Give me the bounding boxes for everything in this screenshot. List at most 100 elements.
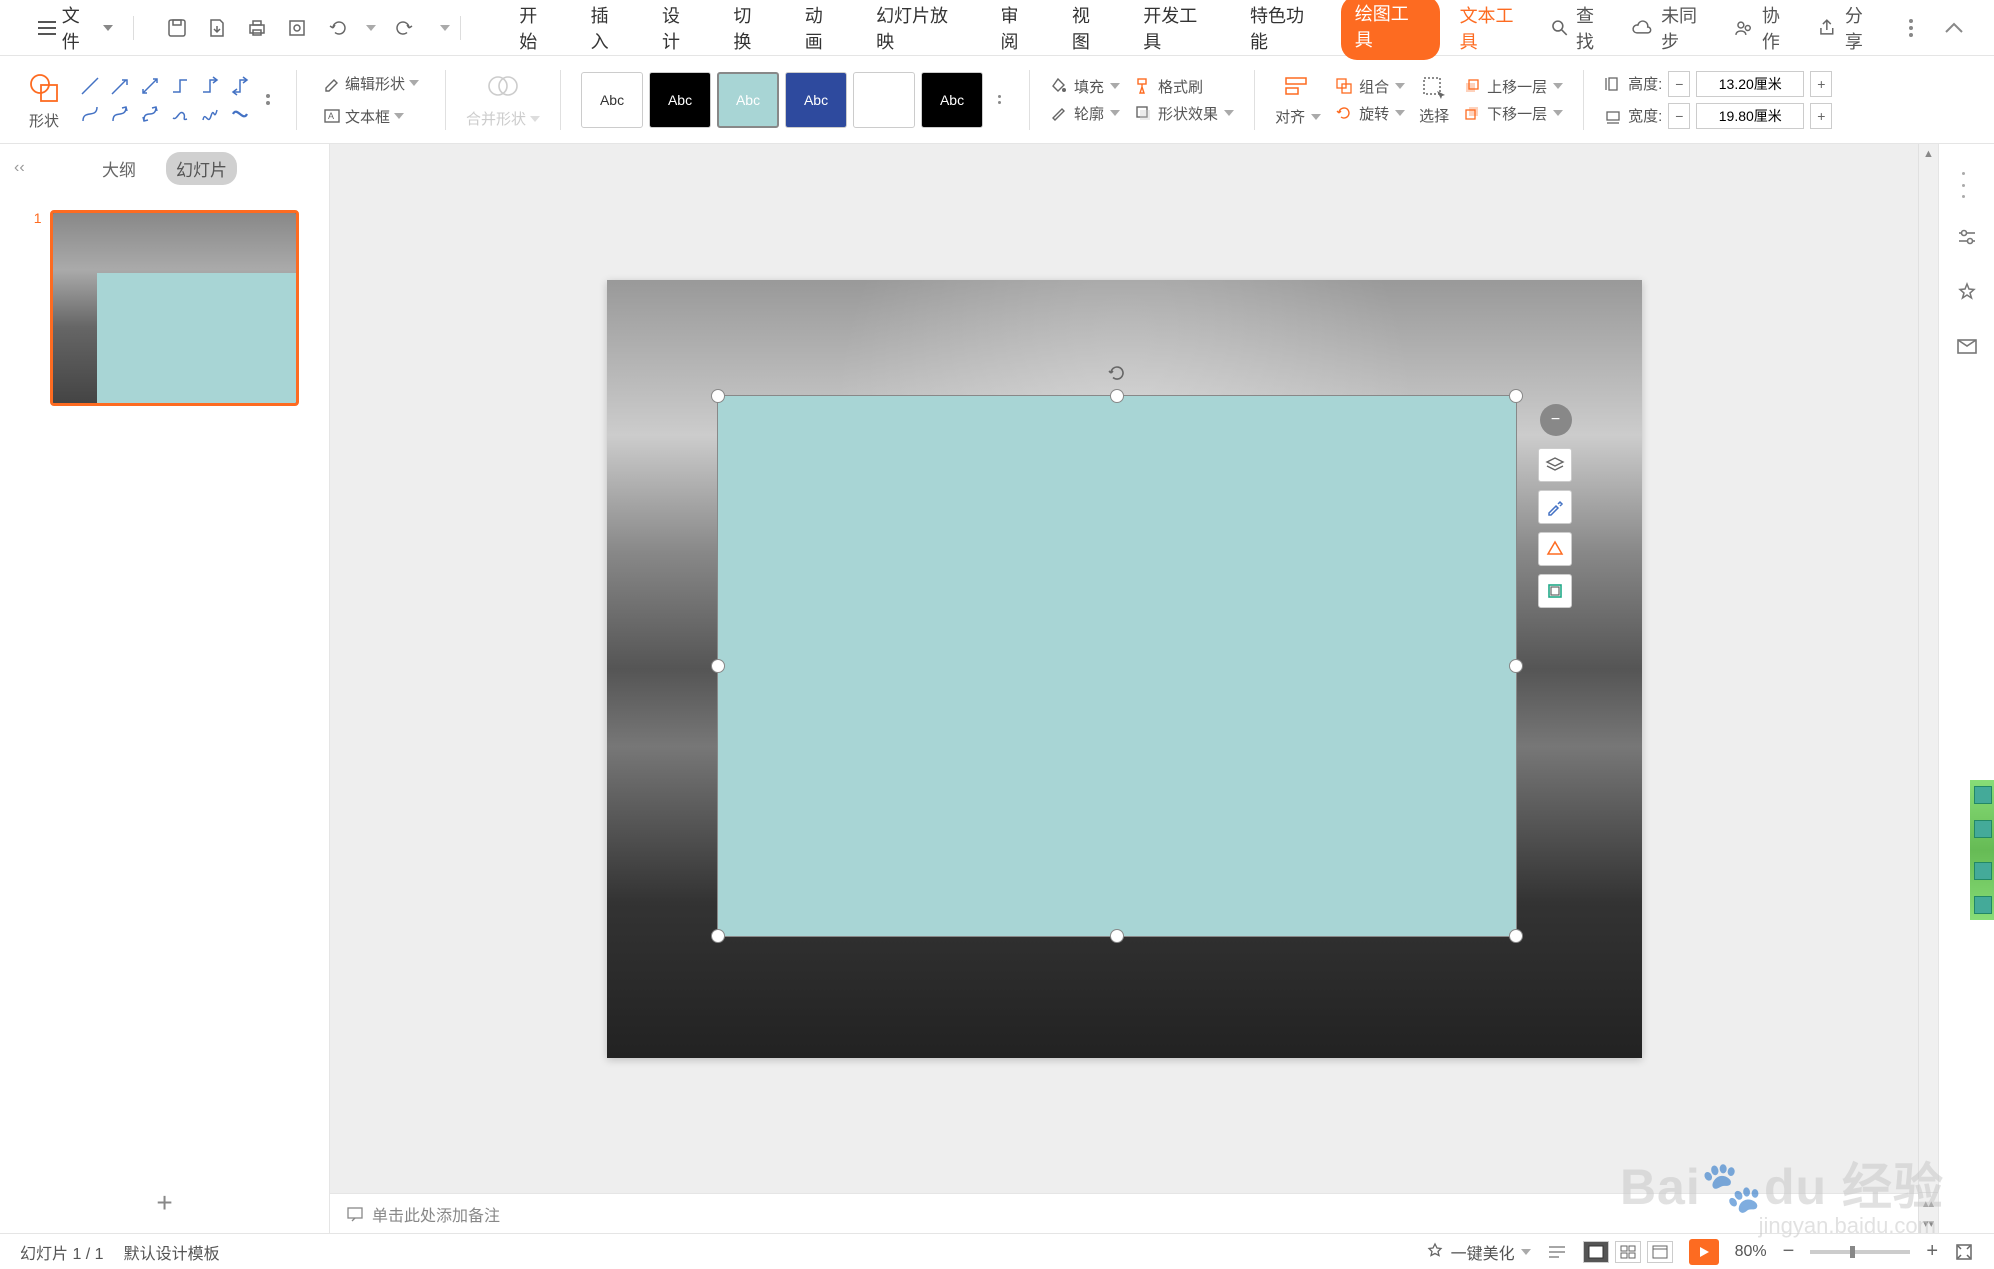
save-icon[interactable] xyxy=(166,17,188,39)
scribble-shape[interactable] xyxy=(198,102,222,126)
style-preset-3[interactable]: Abc xyxy=(717,72,779,128)
zoom-out-button[interactable]: − xyxy=(1783,1240,1795,1263)
fit-window-icon[interactable] xyxy=(1954,1242,1974,1262)
tab-slideshow[interactable]: 幻灯片放映 xyxy=(860,0,980,60)
width-input[interactable] xyxy=(1696,103,1804,129)
change-shape-tool[interactable] xyxy=(1538,532,1572,566)
handle-left[interactable] xyxy=(711,659,725,673)
notes-area[interactable]: 单击此处添加备注 xyxy=(330,1193,1918,1233)
ruler-btn-1[interactable] xyxy=(1974,786,1992,804)
handle-right[interactable] xyxy=(1509,659,1523,673)
tab-developer[interactable]: 开发工具 xyxy=(1127,0,1230,60)
line-shape[interactable] xyxy=(78,74,102,98)
notes-toggle-icon[interactable] xyxy=(1547,1243,1567,1261)
file-menu[interactable]: 文件 xyxy=(28,0,123,58)
share-button[interactable]: 分享 xyxy=(1817,2,1880,54)
ruler-btn-3[interactable] xyxy=(1974,862,1992,880)
curve-connector-shape[interactable] xyxy=(78,102,102,126)
handle-bottom-right[interactable] xyxy=(1509,929,1523,943)
ruler-btn-4[interactable] xyxy=(1974,896,1992,914)
rotate-handle[interactable] xyxy=(1108,364,1126,382)
tab-features[interactable]: 特色功能 xyxy=(1234,0,1337,60)
align-button[interactable]: 对齐 xyxy=(1275,106,1321,127)
eyedropper-tool[interactable] xyxy=(1538,490,1572,524)
edit-shape-button[interactable]: 编辑形状 xyxy=(317,71,425,96)
beautify-button[interactable]: 一键美化 xyxy=(1425,1240,1531,1264)
ruler-btn-2[interactable] xyxy=(1974,820,1992,838)
style-preset-2[interactable]: Abc xyxy=(649,72,711,128)
arrow-shape[interactable] xyxy=(108,74,132,98)
bring-forward-button[interactable]: 上移一层 xyxy=(1463,76,1563,97)
tab-drawing-tools[interactable]: 绘图工具 xyxy=(1341,0,1440,60)
qat-customize-caret-icon[interactable] xyxy=(440,25,450,31)
double-arrow-shape[interactable] xyxy=(138,74,162,98)
handle-bottom[interactable] xyxy=(1110,929,1124,943)
add-slide-button[interactable]: + xyxy=(0,1173,329,1233)
collab-button[interactable]: 协作 xyxy=(1734,2,1797,54)
zoom-in-button[interactable]: + xyxy=(1926,1240,1938,1263)
style-preset-1[interactable]: Abc xyxy=(581,72,643,128)
slide[interactable]: − xyxy=(607,280,1642,1058)
sorter-view-button[interactable] xyxy=(1615,1241,1641,1263)
elbow-arrow-shape[interactable] xyxy=(198,74,222,98)
shapes-button[interactable] xyxy=(24,68,64,108)
group-button[interactable]: 组合 xyxy=(1335,76,1405,97)
crop-tool[interactable] xyxy=(1538,574,1572,608)
curve-shape[interactable] xyxy=(228,102,252,126)
freeform-shape[interactable] xyxy=(168,102,192,126)
export-pdf-icon[interactable] xyxy=(206,17,228,39)
format-painter-button[interactable]: 格式刷 xyxy=(1134,76,1234,97)
shapes-more-button[interactable] xyxy=(260,80,276,120)
rotate-button[interactable]: 旋转 xyxy=(1335,103,1405,124)
undo-caret-icon[interactable] xyxy=(366,25,376,31)
outline-button[interactable]: 轮廓 xyxy=(1050,103,1120,124)
style-preset-4[interactable]: Abc xyxy=(785,72,847,128)
zoom-value[interactable]: 80% xyxy=(1735,1243,1767,1261)
height-input[interactable] xyxy=(1696,71,1804,97)
scroll-prev-slide[interactable]: ▴▴ xyxy=(1919,1193,1938,1213)
collapse-ribbon-icon[interactable] xyxy=(1942,20,1966,36)
tab-home[interactable]: 开始 xyxy=(503,0,570,60)
print-preview-icon[interactable] xyxy=(286,17,308,39)
shape-effects-button[interactable]: 形状效果 xyxy=(1134,103,1234,124)
tab-design[interactable]: 设计 xyxy=(646,0,713,60)
selected-rectangle-shape[interactable]: − xyxy=(717,395,1517,937)
print-icon[interactable] xyxy=(246,17,268,39)
handle-top[interactable] xyxy=(1110,389,1124,403)
thumbnail-image[interactable] xyxy=(50,210,300,406)
undo-icon[interactable] xyxy=(326,17,348,39)
canvas[interactable]: − xyxy=(330,144,1918,1193)
redo-icon[interactable] xyxy=(394,17,416,39)
tab-view[interactable]: 视图 xyxy=(1056,0,1123,60)
more-menu-icon[interactable] xyxy=(1900,17,1922,39)
handle-bottom-left[interactable] xyxy=(711,929,725,943)
vertical-scrollbar[interactable]: ▲ ▴▴ ▾▾ xyxy=(1918,144,1938,1233)
zoom-slider[interactable] xyxy=(1810,1250,1910,1254)
select-label[interactable]: 选择 xyxy=(1419,105,1449,126)
search-button[interactable]: 查找 xyxy=(1550,2,1611,54)
tab-text-tools[interactable]: 文本工具 xyxy=(1444,0,1547,60)
rail-grip-icon[interactable] xyxy=(1962,172,1972,198)
width-decrement[interactable]: − xyxy=(1668,103,1690,129)
layers-tool[interactable] xyxy=(1538,448,1572,482)
textbox-button[interactable]: A 文本框 xyxy=(317,104,425,129)
style-presets-more[interactable] xyxy=(989,72,1009,128)
slideshow-button[interactable] xyxy=(1689,1239,1719,1265)
settings-rail-icon[interactable] xyxy=(1954,226,1980,252)
scroll-up[interactable]: ▲ xyxy=(1919,144,1938,164)
slides-tab[interactable]: 幻灯片 xyxy=(166,152,237,185)
scroll-next-slide[interactable]: ▾▾ xyxy=(1919,1213,1938,1233)
template-rail-icon[interactable] xyxy=(1954,280,1980,306)
tab-insert[interactable]: 插入 xyxy=(575,0,642,60)
height-increment[interactable]: + xyxy=(1810,71,1832,97)
fill-button[interactable]: 填充 xyxy=(1050,76,1120,97)
resource-rail-icon[interactable] xyxy=(1954,334,1980,360)
normal-view-button[interactable] xyxy=(1583,1241,1609,1263)
outline-tab[interactable]: 大纲 xyxy=(92,152,146,185)
tab-transition[interactable]: 切换 xyxy=(717,0,784,60)
style-preset-5[interactable] xyxy=(853,72,915,128)
height-decrement[interactable]: − xyxy=(1668,71,1690,97)
collapse-floating-toolbar[interactable]: − xyxy=(1540,404,1572,436)
style-preset-6[interactable]: Abc xyxy=(921,72,983,128)
tab-review[interactable]: 审阅 xyxy=(985,0,1052,60)
